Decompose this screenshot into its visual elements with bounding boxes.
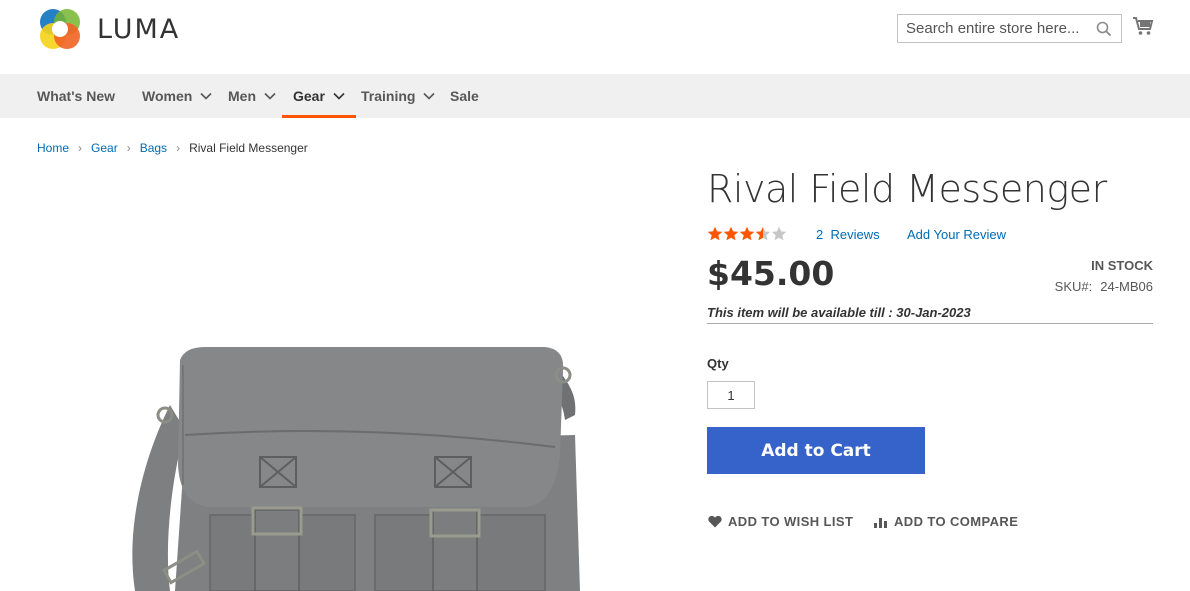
brand-name: LUMA [97,13,181,45]
star-icon [723,226,739,241]
nav-item-men[interactable]: Men [228,74,276,118]
site-header: LUMA [0,0,1190,74]
nav-item-women[interactable]: Women [142,74,212,118]
nav-item-label: Training [361,88,416,104]
chevron-down-icon [333,92,345,100]
nav-item-label: What's New [37,88,116,104]
reviews-count: 2 [816,227,824,242]
messenger-bag-image [132,347,580,591]
product-image[interactable] [115,335,595,591]
qty-input[interactable] [707,381,755,409]
rating-stars [707,226,787,241]
add-to-cart-button[interactable]: Add to Cart [707,427,925,474]
qty-label: Qty [707,356,729,371]
chevron-right-icon: › [176,141,181,155]
add-to-wishlist-link[interactable]: Add to Wish List [708,514,853,529]
nav-item-label: Women [142,88,193,104]
product-rating [707,226,787,241]
breadcrumb-gear[interactable]: Gear [91,141,118,155]
heart-icon [708,515,722,528]
breadcrumb: Home › Gear › Bags › Rival Field Messeng… [37,141,308,155]
nav-item-whats-new[interactable]: What's New [37,74,115,118]
nav-item-label: Sale [450,88,479,104]
chevron-right-icon: › [78,141,83,155]
add-review-link[interactable]: Add Your Review [907,227,1006,242]
chevron-down-icon [200,92,212,100]
chevron-down-icon [423,92,436,100]
breadcrumb-home[interactable]: Home [37,141,69,155]
luma-logo-icon [40,9,80,49]
star-icon [739,226,755,241]
nav-item-label: Men [228,88,256,104]
chevron-right-icon: › [126,141,131,155]
breadcrumb-current: Rival Field Messenger [189,141,308,155]
stock-status: In stock [1091,258,1153,273]
search-icon[interactable] [1096,21,1112,37]
product-title: Rival Field Messenger [707,167,1107,211]
star-icon [771,226,787,241]
bar-chart-icon [874,517,887,528]
cart-icon[interactable] [1132,16,1154,36]
add-to-compare-link[interactable]: Add to Compare [874,514,1018,529]
nav-item-gear[interactable]: Gear [282,74,356,118]
star-icon [755,226,771,241]
sku-value: 24-MB06 [1100,279,1153,294]
sku-label: SKU#: [1054,279,1093,294]
reviews-link[interactable]: 2 Reviews [816,227,880,242]
product-sku: SKU#: 24-MB06 [1055,279,1153,294]
search-input[interactable] [898,15,1093,42]
star-icon [707,226,723,241]
breadcrumb-bags[interactable]: Bags [140,141,167,155]
nav-item-label: Gear [293,88,325,104]
store-logo[interactable]: LUMA [37,6,180,52]
wishlist-label: Add to Wish List [728,514,854,529]
search-box [897,14,1122,43]
nav-item-training[interactable]: Training [361,74,436,118]
chevron-down-icon [264,92,276,100]
availability-note: This item will be available till : 30-Ja… [707,305,1153,324]
reviews-label: Reviews [830,227,880,242]
compare-label: Add to Compare [894,514,1019,529]
product-price: $45.00 [707,254,835,293]
main-navigation: What's New Women Men Gear Training Sale [0,74,1190,118]
nav-item-sale[interactable]: Sale [450,74,479,118]
